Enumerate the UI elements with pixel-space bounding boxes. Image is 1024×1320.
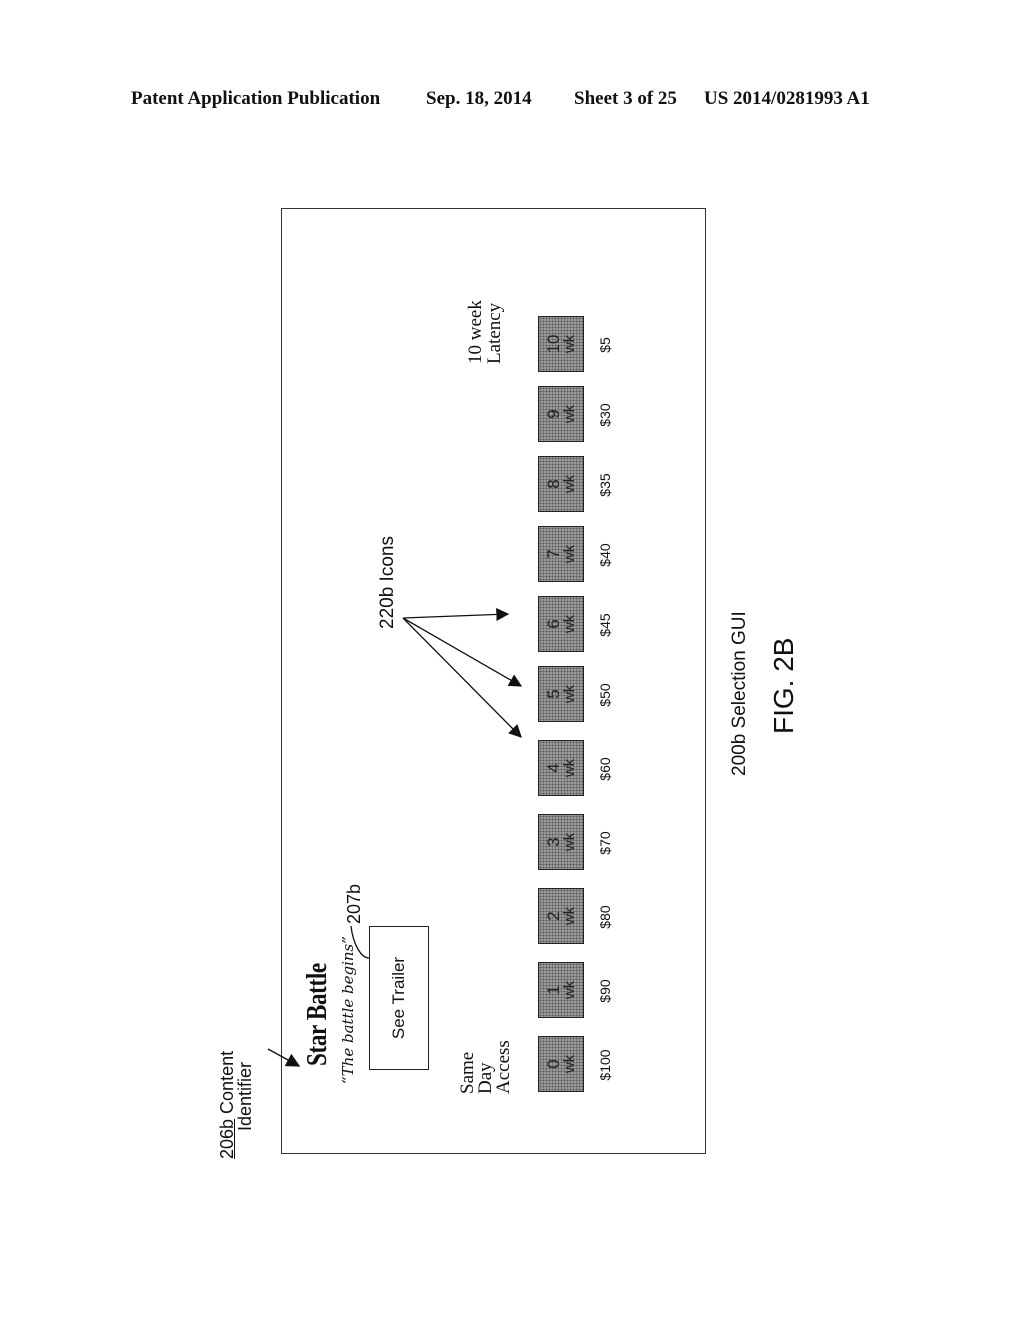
icons-callout: 220b Icons xyxy=(377,536,398,629)
publication-label: Patent Application Publication xyxy=(131,88,381,109)
icon-week-unit: wk xyxy=(560,404,578,424)
icon-price: $30 xyxy=(597,403,613,427)
figure-canvas: 206b Content Identifier 207b 220b Icons … xyxy=(217,208,799,1159)
figure-label: FIG. 2B xyxy=(768,637,799,734)
latency-icon-2-wk[interactable]: 2 wk xyxy=(538,888,584,944)
icon-price: $5 xyxy=(597,337,613,353)
icon-week-number: 0 xyxy=(543,1059,563,1069)
icon-week-number: 8 xyxy=(543,479,563,489)
publication-date: Sep. 18, 2014 xyxy=(426,88,532,109)
icon-price: $35 xyxy=(597,473,613,497)
content-tagline: “The battle begins” xyxy=(339,936,357,1084)
icon-price: $50 xyxy=(597,683,613,707)
trailer-callout: 207b xyxy=(344,883,364,924)
content-identifier-callout: 206b Content Identifier xyxy=(217,1050,255,1159)
icon-price: $100 xyxy=(597,1049,613,1081)
icon-price: $80 xyxy=(597,905,613,929)
same-day-access-line: Access xyxy=(493,1040,514,1094)
latency-icon-0-wk[interactable]: 0 wk xyxy=(538,1036,584,1092)
icon-price: $40 xyxy=(597,543,613,567)
patent-number: US 2014/0281993 A1 xyxy=(704,88,870,109)
latency-icon-1-wk[interactable]: 1 wk xyxy=(538,962,584,1018)
icon-price: $45 xyxy=(597,613,613,637)
content-title: Star Battle xyxy=(301,963,333,1066)
sheet-number: Sheet 3 of 25 xyxy=(574,88,677,109)
selection-gui-callout: 200b Selection GUI xyxy=(729,611,750,776)
icon-price: $90 xyxy=(597,979,613,1003)
icon-week-unit: wk xyxy=(560,906,578,926)
latency-icon-3-wk[interactable]: 3 wk xyxy=(538,814,584,870)
icon-week-unit: wk xyxy=(560,614,578,634)
ten-week-latency-label: 10 week Latency xyxy=(465,300,505,364)
content-identifier-ref-text: Content xyxy=(217,1050,237,1119)
latency-icon-8-wk[interactable]: 8 wk xyxy=(538,456,584,512)
latency-line: 10 week xyxy=(465,300,486,364)
icon-week-number: 10 xyxy=(543,334,563,354)
icon-week-number: 9 xyxy=(543,409,563,419)
latency-icon-10-wk[interactable]: 10 wk xyxy=(538,316,584,372)
icon-week-number: 5 xyxy=(543,689,563,699)
latency-icon-9-wk[interactable]: 9 wk xyxy=(538,386,584,442)
icon-week-unit: wk xyxy=(560,758,578,778)
icon-week-unit: wk xyxy=(560,334,578,354)
latency-icon-7-wk[interactable]: 7 wk xyxy=(538,526,584,582)
content-identifier-ref-text2: Identifier xyxy=(235,1061,255,1131)
content-identifier-ref-num: 206b xyxy=(217,1118,237,1159)
icon-week-number: 2 xyxy=(543,911,563,921)
latency-icon-4-wk[interactable]: 4 wk xyxy=(538,740,584,796)
icon-week-unit: wk xyxy=(560,684,578,704)
icon-week-unit: wk xyxy=(560,544,578,564)
icon-week-number: 6 xyxy=(543,619,563,629)
icon-week-number: 1 xyxy=(543,985,563,995)
icon-week-number: 7 xyxy=(543,549,563,559)
icon-price: $60 xyxy=(597,757,613,781)
latency-line: Latency xyxy=(484,302,505,364)
icon-week-unit: wk xyxy=(560,832,578,852)
patent-header: Patent Application Publication Sep. 18, … xyxy=(0,88,1024,118)
icon-week-unit: wk xyxy=(560,980,578,1000)
icon-week-number: 4 xyxy=(543,763,563,773)
icon-week-unit: wk xyxy=(560,474,578,494)
see-trailer-button[interactable]: See Trailer xyxy=(369,926,429,1070)
figure-stage: 206b Content Identifier 207b 220b Icons … xyxy=(217,208,799,1159)
same-day-access-label: Same Day Access xyxy=(457,1040,514,1094)
latency-icon-5-wk[interactable]: 5 wk xyxy=(538,666,584,722)
icon-week-unit: wk xyxy=(560,1054,578,1074)
latency-icon-6-wk[interactable]: 6 wk xyxy=(538,596,584,652)
icon-week-number: 3 xyxy=(543,837,563,847)
icon-price: $70 xyxy=(597,831,613,855)
